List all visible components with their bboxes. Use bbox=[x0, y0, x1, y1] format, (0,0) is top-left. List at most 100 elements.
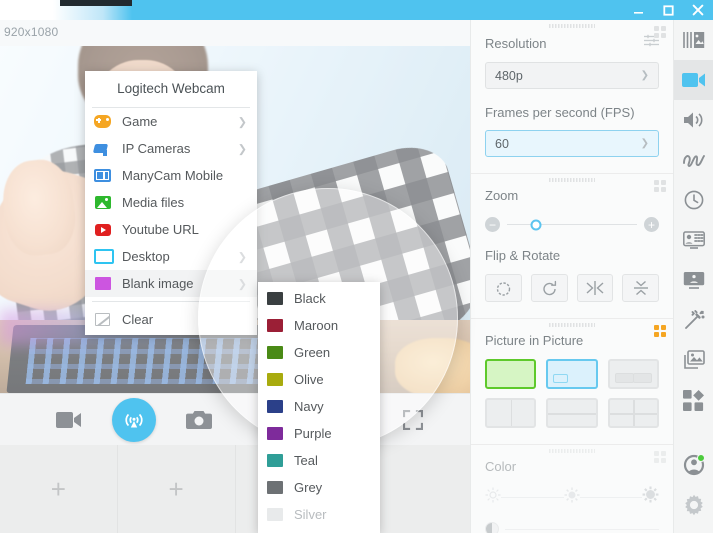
menu-item-blank-image[interactable]: Blank image ❯ bbox=[85, 270, 257, 297]
color-option-label: Purple bbox=[294, 426, 332, 441]
zoom-out-button[interactable]: − bbox=[485, 217, 500, 232]
pip-layout-split-vertical[interactable] bbox=[485, 398, 537, 428]
rail-item-effects[interactable] bbox=[674, 300, 713, 340]
settings-panel: Resolution 480p ❯ Frames per second (FPS… bbox=[470, 20, 673, 533]
sun-small-icon bbox=[485, 487, 501, 508]
menu-item-youtube-url[interactable]: Youtube URL bbox=[85, 216, 257, 243]
flip-vertical-icon[interactable] bbox=[622, 274, 659, 302]
color-swatch bbox=[267, 319, 283, 332]
rail-item-audio[interactable] bbox=[674, 100, 713, 140]
menu-item-label: IP Cameras bbox=[122, 141, 191, 156]
color-option-grey[interactable]: Grey bbox=[258, 474, 380, 501]
menu-item-label: Clear bbox=[122, 312, 154, 327]
menu-item-desktop[interactable]: Desktop ❯ bbox=[85, 243, 257, 270]
pip-layout-two-inset[interactable] bbox=[607, 359, 659, 389]
pip-layout-quad[interactable] bbox=[607, 398, 659, 428]
color-option-label: Silver bbox=[294, 507, 327, 522]
flip-horizontal-icon[interactable] bbox=[576, 274, 614, 302]
chevron-right-icon: ❯ bbox=[237, 278, 247, 290]
section-resolution: Resolution 480p ❯ Frames per second (FPS… bbox=[471, 20, 673, 174]
menu-item-label: ManyCam Mobile bbox=[122, 168, 224, 183]
bottom-toolbar bbox=[0, 393, 470, 445]
resolution-overlay-label: 920x1080 bbox=[4, 25, 59, 39]
maximize-button[interactable] bbox=[657, 0, 679, 20]
blank-image-color-submenu[interactable]: Black Maroon Green Olive Navy Purple Tea… bbox=[258, 282, 380, 533]
rail-item-apps[interactable] bbox=[674, 380, 713, 420]
color-option-black[interactable]: Black bbox=[258, 285, 380, 312]
color-swatch bbox=[267, 373, 283, 386]
zoom-in-button[interactable]: + bbox=[644, 217, 659, 232]
color-option-label: Teal bbox=[294, 453, 318, 468]
section-drag-grip[interactable] bbox=[549, 24, 595, 28]
snapshot-button[interactable] bbox=[172, 394, 226, 446]
rail-item-settings[interactable] bbox=[674, 485, 713, 525]
section-drag-grip[interactable] bbox=[549, 323, 595, 327]
pip-layout-overlay[interactable] bbox=[546, 359, 598, 389]
tool-rail bbox=[673, 20, 713, 533]
preset-slot-1[interactable]: + bbox=[0, 445, 118, 533]
brightness-slider[interactable] bbox=[485, 486, 659, 508]
record-video-button[interactable] bbox=[42, 394, 96, 446]
menu-item-game[interactable]: Game ❯ bbox=[85, 108, 257, 135]
section-expand-icon[interactable] bbox=[654, 26, 666, 38]
pip-layout-full[interactable] bbox=[485, 359, 537, 389]
color-title: Color bbox=[485, 459, 517, 474]
section-expand-icon[interactable] bbox=[654, 451, 666, 463]
rail-item-schedule[interactable] bbox=[674, 180, 713, 220]
pip-layout-split-horizontal[interactable] bbox=[546, 398, 598, 428]
chevron-right-icon: ❯ bbox=[237, 251, 247, 263]
resolution-select[interactable]: 480p ❯ bbox=[485, 62, 659, 89]
rail-item-video[interactable] bbox=[673, 60, 713, 100]
section-expand-icon[interactable] bbox=[654, 180, 666, 192]
rail-item-layers[interactable] bbox=[674, 20, 713, 60]
color-option-green[interactable]: Green bbox=[258, 339, 380, 366]
color-option-silver[interactable]: Silver bbox=[258, 501, 380, 528]
menu-item-label: Desktop bbox=[122, 249, 170, 264]
zoom-slider-row: − + bbox=[485, 217, 659, 232]
broadcast-button[interactable] bbox=[112, 398, 156, 442]
manycam-window: 920x1080 Logitech Webcam Game ❯ IP Camer… bbox=[0, 0, 713, 533]
media-image-icon bbox=[94, 194, 111, 211]
zoom-slider-thumb[interactable] bbox=[530, 219, 542, 230]
source-context-menu[interactable]: Logitech Webcam Game ❯ IP Cameras ❯ Many… bbox=[85, 71, 257, 335]
color-swatch bbox=[267, 346, 283, 359]
menu-item-label: Blank image bbox=[122, 276, 194, 291]
resolution-title: Resolution bbox=[485, 35, 547, 51]
chevron-right-icon: ❯ bbox=[237, 116, 247, 128]
rail-item-chroma[interactable] bbox=[674, 220, 713, 260]
section-zoom-flip: Zoom − + Flip & Rotate bbox=[471, 174, 673, 319]
menu-item-ip-cameras[interactable]: IP Cameras ❯ bbox=[85, 135, 257, 162]
rotate-ccw-icon[interactable] bbox=[485, 274, 522, 302]
rail-item-draw[interactable] bbox=[674, 140, 713, 180]
close-button[interactable] bbox=[687, 0, 709, 20]
section-drag-grip[interactable] bbox=[549, 449, 595, 453]
color-swatch bbox=[267, 508, 283, 521]
context-menu-divider-bottom bbox=[92, 301, 250, 302]
zoom-title: Zoom bbox=[485, 188, 519, 203]
rotate-cw-icon[interactable] bbox=[530, 274, 568, 302]
menu-item-clear[interactable]: Clear bbox=[85, 306, 257, 333]
rail-item-background[interactable] bbox=[674, 260, 713, 300]
section-expand-icon[interactable] bbox=[654, 325, 666, 337]
color-option-olive[interactable]: Olive bbox=[258, 366, 380, 393]
menu-item-manycam-mobile[interactable]: ManyCam Mobile bbox=[85, 162, 257, 189]
minimize-button[interactable] bbox=[627, 0, 649, 20]
monitor-icon bbox=[94, 248, 114, 265]
chevron-down-icon: ❯ bbox=[640, 138, 649, 149]
color-option-maroon[interactable]: Maroon bbox=[258, 312, 380, 339]
chevron-right-icon: ❯ bbox=[237, 143, 247, 155]
fps-select[interactable]: 60 ❯ bbox=[485, 130, 659, 157]
online-status-badge bbox=[696, 454, 705, 462]
section-drag-grip[interactable] bbox=[549, 178, 595, 182]
preset-slot-2[interactable]: + bbox=[118, 445, 236, 533]
color-option-navy[interactable]: Navy bbox=[258, 393, 380, 420]
zoom-slider-track[interactable] bbox=[507, 219, 637, 230]
menu-item-media-files[interactable]: Media files bbox=[85, 189, 257, 216]
color-option-teal[interactable]: Teal bbox=[258, 447, 380, 474]
fullscreen-button[interactable] bbox=[386, 394, 440, 446]
rail-item-gallery[interactable] bbox=[674, 340, 713, 380]
color-option-purple[interactable]: Purple bbox=[258, 420, 380, 447]
contrast-slider[interactable] bbox=[485, 522, 659, 533]
youtube-icon bbox=[94, 221, 111, 238]
rail-item-account[interactable] bbox=[674, 445, 713, 485]
